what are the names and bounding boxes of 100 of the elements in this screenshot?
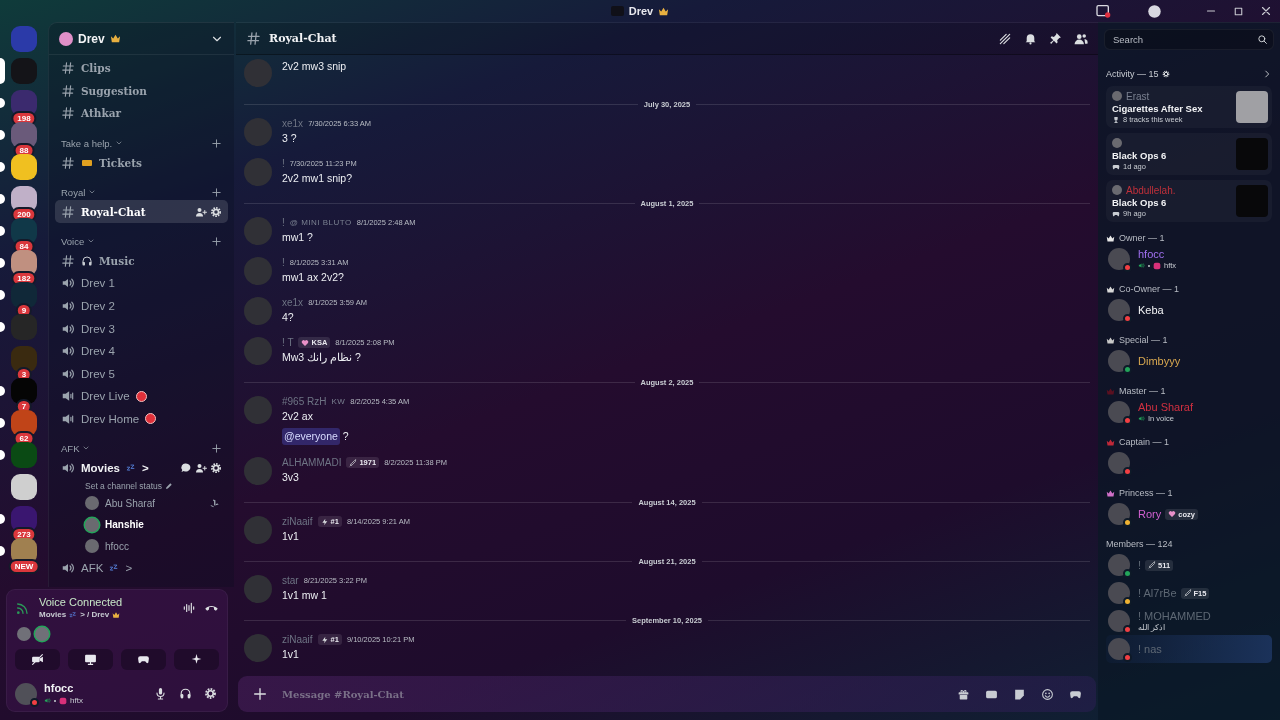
clan-tag: KW	[331, 397, 346, 406]
emoji-icon[interactable]	[1041, 687, 1054, 701]
author-name[interactable]: ziNaaif	[282, 516, 313, 527]
author-name[interactable]: !	[282, 158, 285, 169]
voice-user-name[interactable]: Abu Sharaf	[105, 497, 156, 509]
plus-icon[interactable]	[252, 686, 268, 702]
help-icon[interactable]	[1147, 3, 1162, 19]
headphones-icon[interactable]	[179, 687, 192, 700]
activity-button[interactable]	[121, 649, 166, 670]
member-name[interactable]: Rory	[1138, 508, 1162, 520]
category-name[interactable]: AFK	[61, 442, 80, 454]
voice-channel-path: > / Drev	[80, 610, 110, 619]
channel-item[interactable]: Movies >	[55, 456, 228, 480]
channel-item[interactable]: AFK >	[55, 556, 228, 580]
hash-icon	[61, 253, 75, 268]
threads-icon[interactable]	[998, 31, 1012, 46]
user-avatar	[1112, 91, 1122, 101]
role-header: Owner — 1	[1119, 233, 1165, 243]
participant-avatar[interactable]	[35, 627, 49, 641]
channel-item[interactable]: Drev 1	[55, 272, 228, 295]
plus-icon[interactable]	[211, 186, 222, 198]
crown-icon	[109, 33, 121, 44]
activity-user: Erast	[1126, 90, 1150, 102]
chat-icon[interactable]	[180, 462, 192, 474]
participant-avatar[interactable]	[17, 627, 31, 641]
channel-item[interactable]: Athkar	[55, 102, 228, 125]
voice-user-name[interactable]: Hanshie	[105, 519, 144, 531]
member-name[interactable]: hfocc	[1138, 248, 1165, 260]
author-name[interactable]: !	[282, 217, 285, 228]
user-avatar	[244, 634, 272, 662]
member-name[interactable]: Abu Sharaf	[1138, 401, 1194, 413]
gift-icon[interactable]	[957, 687, 970, 701]
channel-item[interactable]: Tickets	[55, 151, 228, 174]
pencil-icon[interactable]	[165, 481, 174, 490]
channel-title: Royal-Chat	[269, 32, 337, 45]
plus-icon[interactable]	[211, 137, 222, 149]
author-name[interactable]: xe1x	[282, 118, 304, 129]
add-member-icon[interactable]	[195, 205, 207, 218]
sparkle-icon	[190, 653, 203, 666]
sleep-icon	[69, 610, 78, 619]
user-avatar	[1108, 248, 1130, 270]
channel-item[interactable]: Drev Home	[55, 407, 228, 431]
server-icon[interactable]	[11, 474, 37, 500]
channel-item[interactable]: Suggestion	[55, 79, 228, 103]
settings-icon[interactable]	[204, 687, 217, 700]
author-name[interactable]: ! T	[282, 337, 294, 348]
category-name[interactable]: Voice	[61, 235, 85, 247]
author-name[interactable]: #965 RzH	[282, 396, 327, 407]
plus-icon[interactable]	[211, 235, 222, 247]
close-icon[interactable]	[1259, 4, 1273, 18]
user-name[interactable]: hfocc	[44, 682, 83, 694]
author-name[interactable]: ALHAMMADI	[282, 457, 342, 468]
message-text: @everyone ?	[282, 424, 410, 445]
voice-user-name[interactable]: hfocc	[105, 540, 129, 552]
message-text: 2v2 mw3 snip	[282, 59, 347, 74]
member-name[interactable]: Keba	[1138, 304, 1164, 316]
settings-icon[interactable]	[1161, 70, 1170, 78]
soundboard-button[interactable]	[174, 649, 219, 670]
add-member-icon[interactable]	[195, 462, 207, 474]
user-avatar	[15, 682, 37, 705]
channel-item[interactable]: Drev 3	[55, 317, 228, 340]
camera-button[interactable]	[15, 649, 60, 670]
channel-item[interactable]: Music	[55, 249, 228, 273]
user-avatar	[244, 297, 272, 325]
author-name[interactable]: xe1x	[282, 297, 304, 308]
search-icon	[1257, 33, 1268, 45]
server-icon[interactable]	[11, 154, 37, 180]
notification-icon[interactable]	[1024, 31, 1037, 45]
voice-channel-name[interactable]: Movies	[39, 610, 67, 619]
screen-share-button[interactable]	[68, 649, 113, 670]
pin-icon[interactable]	[1049, 31, 1062, 45]
channel-item[interactable]: Clips	[55, 57, 228, 80]
author-name[interactable]: !	[282, 257, 285, 268]
member-list-icon[interactable]	[1074, 31, 1088, 46]
settings-icon[interactable]	[210, 462, 222, 474]
channel-item[interactable]: Drev 4	[55, 339, 228, 363]
instagram-icon	[1153, 261, 1161, 270]
channel-status[interactable]: Set a channel status	[85, 480, 163, 491]
category-name[interactable]: Take a help.	[61, 137, 113, 149]
category-name[interactable]: Royal	[61, 186, 86, 198]
inbox-icon[interactable]	[1095, 3, 1111, 19]
channel-item[interactable]: Royal-Chat	[55, 200, 228, 223]
author-name[interactable]: ziNaaif	[282, 634, 313, 645]
settings-icon[interactable]	[210, 205, 222, 218]
heart-icon	[301, 338, 310, 347]
channel-item[interactable]: Drev 2	[55, 294, 228, 318]
chevron-right-icon[interactable]	[1262, 69, 1272, 79]
microphone-icon[interactable]	[154, 687, 167, 700]
mention[interactable]: @everyone	[282, 428, 340, 445]
plus-icon[interactable]	[211, 442, 222, 454]
channel-item[interactable]: Drev 5	[55, 362, 228, 386]
user-avatar	[1108, 554, 1130, 576]
gamepad-icon	[137, 653, 150, 666]
server-name[interactable]: Drev	[78, 31, 105, 46]
sticker-icon[interactable]	[1013, 687, 1026, 701]
channel-item[interactable]: Drev Live	[55, 385, 228, 408]
author-name[interactable]: star	[282, 575, 299, 586]
role-header: Special — 1	[1119, 335, 1168, 345]
voice-status[interactable]: Voice Connected	[39, 596, 123, 608]
member-name[interactable]: Dimbyyy	[1138, 355, 1181, 367]
